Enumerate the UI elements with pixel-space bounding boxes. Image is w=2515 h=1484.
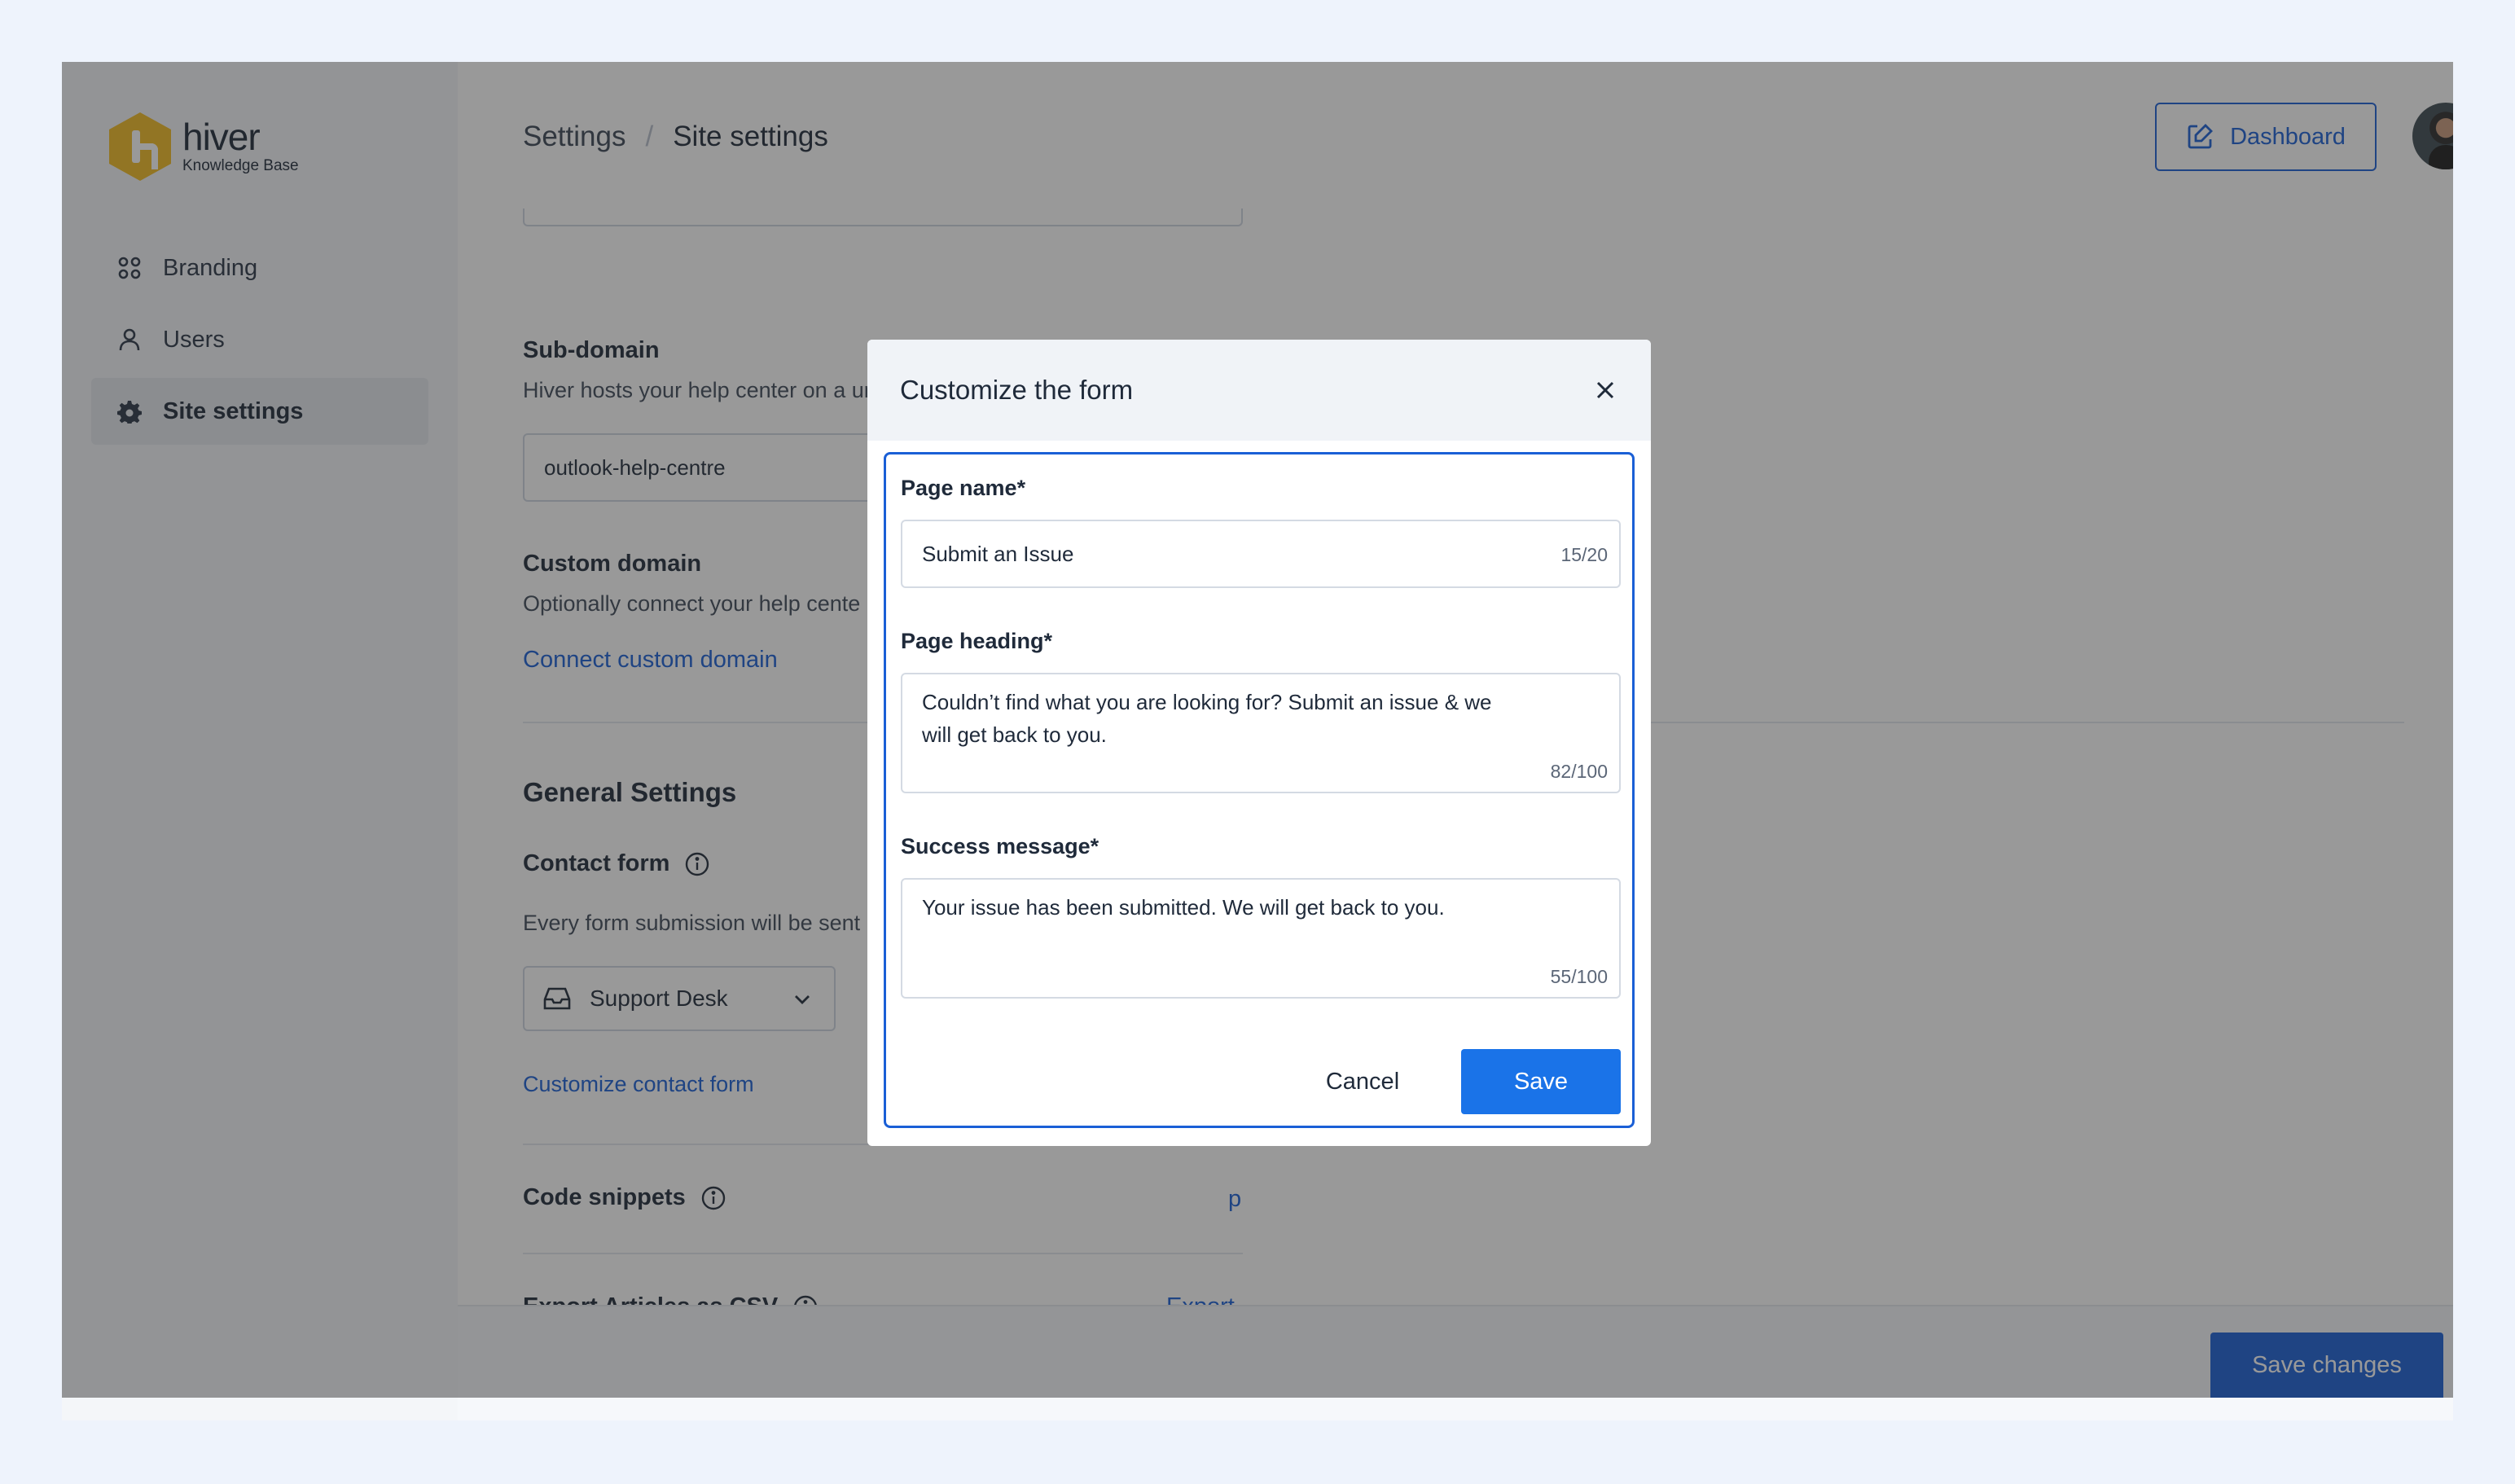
page-heading-label: Page heading* xyxy=(901,629,1053,653)
success-message-value: Your issue has been submitted. We will g… xyxy=(922,895,1445,920)
page-name-counter: 15/20 xyxy=(1560,544,1608,565)
modal-form: Page name* Submit an Issue 15/20 Page he… xyxy=(884,452,1635,1128)
modal-title: Customize the form xyxy=(900,375,1134,405)
success-message-textarea[interactable]: Your issue has been submitted. We will g… xyxy=(901,878,1621,999)
page-heading-counter: 82/100 xyxy=(1550,761,1608,782)
close-icon[interactable] xyxy=(1591,375,1620,405)
cancel-button[interactable]: Cancel xyxy=(1301,1049,1424,1114)
modal-header: Customize the form xyxy=(867,340,1651,441)
success-message-counter: 55/100 xyxy=(1550,966,1608,987)
success-message-label: Success message* xyxy=(901,834,1099,858)
page-heading-textarea[interactable]: Couldn’t find what you are looking for? … xyxy=(901,673,1621,793)
page-name-value: Submit an Issue xyxy=(922,542,1074,566)
save-button[interactable]: Save xyxy=(1461,1049,1621,1114)
page-name-input[interactable]: Submit an Issue 15/20 xyxy=(901,520,1621,588)
page-name-label: Page name* xyxy=(901,476,1026,500)
page-heading-value-line2: will get back to you. xyxy=(922,722,1107,747)
customize-form-modal: Customize the form Page name* Submit an … xyxy=(867,340,1651,1146)
page-heading-value-line1: Couldn’t find what you are looking for? … xyxy=(922,690,1492,714)
